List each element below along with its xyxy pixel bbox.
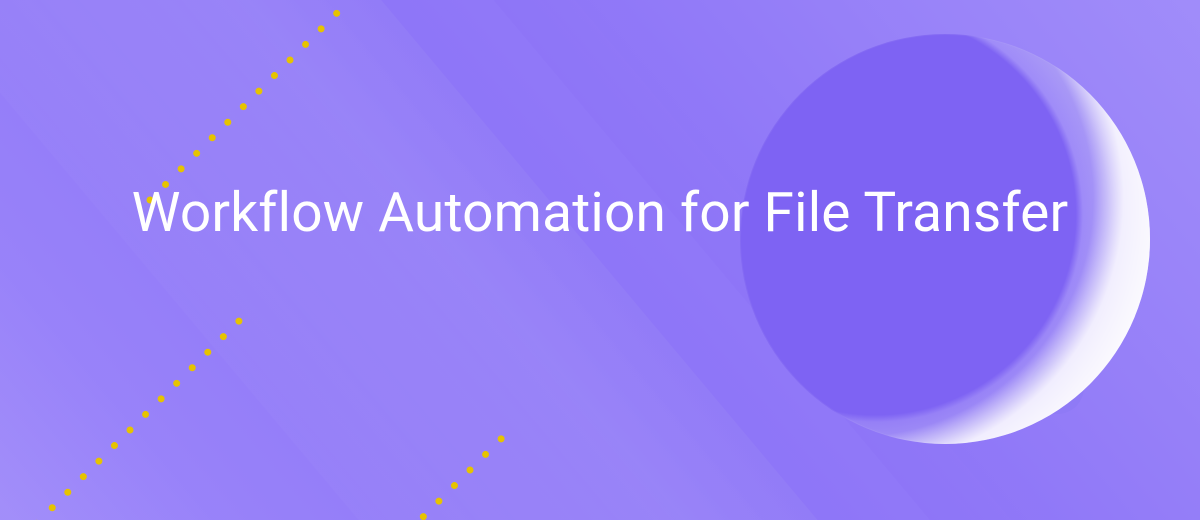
hero-banner: Workflow Automation for File Transfer bbox=[0, 0, 1200, 520]
dotted-line-bottom-center bbox=[320, 420, 520, 520]
hero-title: Workflow Automation for File Transfer bbox=[0, 178, 1200, 248]
dotted-line-bottom-left bbox=[0, 310, 250, 520]
